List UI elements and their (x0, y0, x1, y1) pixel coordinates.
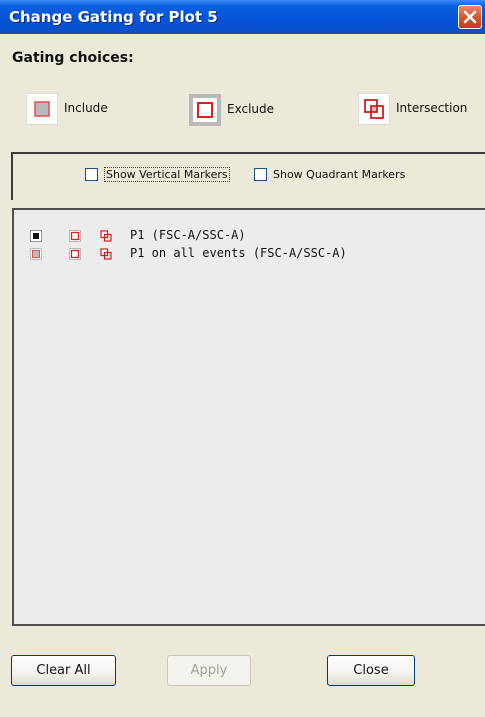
gate-list: P1 (FSC-A/SSC-A) P1 on all events (FSC-A… (12, 208, 485, 626)
show-quadrant-markers-label[interactable]: Show Quadrant Markers (273, 168, 405, 181)
intersection-toggle-icon[interactable] (100, 248, 112, 260)
clear-all-button[interactable]: Clear All (11, 655, 116, 686)
close-window-button[interactable] (458, 5, 482, 29)
close-button[interactable]: Close (327, 655, 415, 686)
exclude-label: Exclude (227, 102, 275, 116)
exclude-toggle-icon[interactable] (69, 248, 81, 260)
include-toggle-icon[interactable] (30, 248, 42, 260)
window-title: Change Gating for Plot 5 (9, 8, 218, 26)
gating-choice-exclude[interactable]: Exclude (189, 94, 299, 126)
gate-label[interactable]: P1 on all events (FSC-A/SSC-A) (130, 246, 347, 260)
exclude-toggle-icon[interactable] (69, 230, 81, 242)
show-quadrant-markers-checkbox[interactable] (254, 168, 267, 181)
apply-button[interactable]: Apply (167, 655, 251, 686)
include-label: Include (64, 101, 108, 115)
gate-label[interactable]: P1 (FSC-A/SSC-A) (130, 228, 246, 242)
marker-options-panel: Show Vertical Markers Show Quadrant Mark… (11, 152, 485, 200)
gating-choice-intersection[interactable]: Intersection (358, 93, 482, 125)
include-icon (26, 93, 58, 125)
show-vertical-markers-label[interactable]: Show Vertical Markers (104, 167, 230, 182)
title-bar: Change Gating for Plot 5 (0, 0, 485, 34)
intersection-label: Intersection (396, 101, 468, 115)
gate-row: P1 (FSC-A/SSC-A) (14, 228, 474, 244)
show-vertical-markers-checkbox[interactable] (85, 168, 98, 181)
intersection-toggle-icon[interactable] (100, 230, 112, 242)
include-toggle-icon[interactable] (30, 230, 42, 242)
gate-row: P1 on all events (FSC-A/SSC-A) (14, 246, 474, 262)
gating-choices-heading: Gating choices: (12, 50, 134, 66)
intersection-icon (358, 93, 390, 125)
close-icon (463, 10, 477, 24)
gating-choice-include[interactable]: Include (26, 93, 126, 125)
exclude-icon (189, 94, 221, 126)
